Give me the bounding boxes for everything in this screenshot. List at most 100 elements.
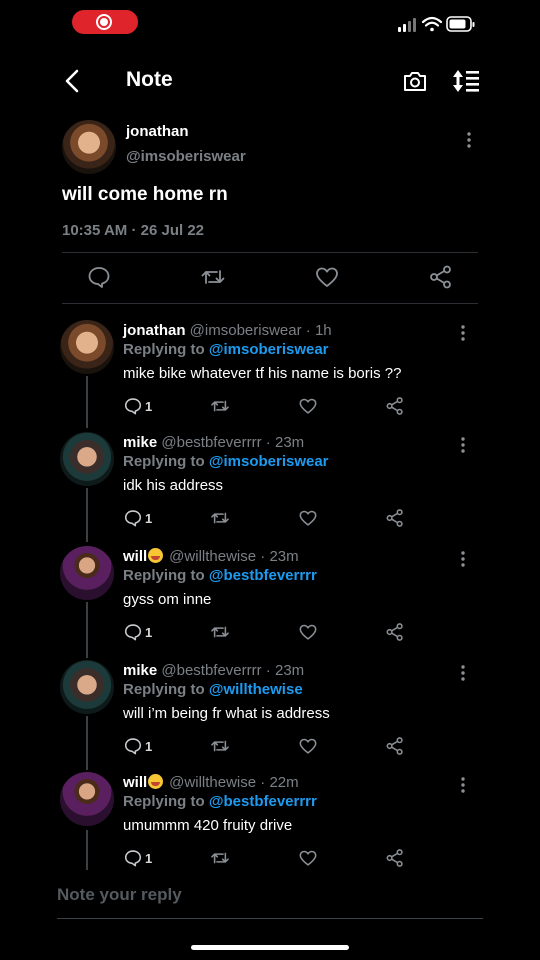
repost-button[interactable] — [210, 622, 230, 644]
avatar[interactable] — [60, 432, 114, 486]
avatar[interactable] — [60, 546, 114, 600]
share-button[interactable] — [385, 396, 405, 418]
repost-icon — [211, 512, 229, 524]
reply-text: umummm 420 fruity drive — [123, 817, 293, 834]
like-button[interactable] — [298, 736, 318, 758]
author-handle[interactable]: @imsoberiswear — [126, 148, 246, 165]
reply-button[interactable]: 1 — [123, 396, 163, 418]
replying-to-mention[interactable]: @bestbfeverrrr — [209, 567, 317, 584]
reply-item[interactable]: will @willthewise · 22m Replying to @best… — [48, 772, 492, 884]
reply-text: mike bike whatever tf his name is boris … — [123, 365, 402, 382]
avatar[interactable] — [60, 772, 114, 826]
battery-icon — [446, 16, 475, 32]
like-button[interactable] — [314, 264, 340, 290]
header: Note — [48, 50, 492, 112]
back-button[interactable] — [60, 66, 88, 96]
more-vertical-icon — [461, 665, 465, 681]
reply-icon — [88, 267, 110, 288]
reply-handle[interactable]: @imsoberiswear — [190, 322, 302, 339]
reply-button[interactable] — [86, 264, 112, 290]
share-button[interactable] — [385, 736, 405, 758]
reply-author-name[interactable]: will — [123, 548, 147, 565]
author-name[interactable]: jonathan — [126, 123, 189, 140]
repost-button[interactable] — [210, 396, 230, 418]
like-button[interactable] — [298, 848, 318, 870]
like-icon — [299, 738, 317, 754]
share-icon — [386, 509, 403, 527]
repost-button[interactable] — [210, 508, 230, 530]
camera-icon — [404, 72, 426, 91]
replying-to-mention[interactable]: @bestbfeverrrr — [209, 793, 317, 810]
reply-icon — [124, 510, 142, 527]
reply-author-name[interactable]: mike — [123, 434, 157, 451]
like-button[interactable] — [298, 622, 318, 644]
avatar[interactable] — [60, 660, 114, 714]
screen-record-icon[interactable] — [72, 10, 138, 34]
home-indicator[interactable] — [191, 945, 349, 950]
reply-count: 1 — [145, 399, 153, 414]
replying-to-mention[interactable]: @willthewise — [209, 681, 303, 698]
reply-time: 23m — [274, 662, 305, 679]
sort-button[interactable] — [452, 68, 480, 94]
more-options-button[interactable] — [456, 776, 470, 794]
more-options-button[interactable] — [462, 130, 476, 150]
more-options-button[interactable] — [456, 664, 470, 682]
reply-item[interactable]: will @willthewise · 23m Replying to @best… — [48, 546, 492, 658]
reply-button[interactable]: 1 — [123, 508, 163, 530]
repost-button[interactable] — [210, 848, 230, 870]
like-icon — [299, 398, 317, 414]
reply-handle[interactable]: @bestbfeverrrr — [161, 662, 261, 679]
reply-button[interactable]: 1 — [123, 736, 163, 758]
avatar[interactable] — [60, 320, 114, 374]
note-thread-screen: Note jonathan @imsoberiswear will come h… — [48, 50, 492, 920]
share-button[interactable] — [385, 508, 405, 530]
reply-button[interactable]: 1 — [123, 622, 163, 644]
repost-button[interactable] — [210, 736, 230, 758]
repost-icon — [211, 852, 229, 864]
more-options-button[interactable] — [456, 550, 470, 568]
post-text: will come home rn — [62, 184, 228, 205]
back-arrow-icon — [65, 69, 79, 93]
more-vertical-icon — [461, 777, 465, 793]
like-button[interactable] — [298, 396, 318, 418]
reply-handle[interactable]: @willthewise — [169, 548, 256, 565]
reply-actions: 1 — [48, 508, 492, 532]
more-vertical-icon — [461, 325, 465, 341]
reply-icon — [124, 738, 142, 755]
reply-actions: 1 — [48, 736, 492, 760]
replying-to-mention[interactable]: @imsoberiswear — [209, 453, 329, 470]
reply-input[interactable] — [57, 880, 457, 910]
share-button[interactable] — [428, 264, 454, 290]
share-icon — [386, 397, 403, 415]
avatar[interactable] — [62, 120, 116, 174]
reply-item[interactable]: mike @bestbfeverrrr · 23m Replying to @w… — [48, 660, 492, 772]
reply-text: gyss om inne — [123, 591, 212, 608]
repost-button[interactable] — [200, 264, 226, 290]
divider — [62, 303, 478, 304]
reply-handle[interactable]: @willthewise — [169, 774, 256, 791]
repost-icon — [211, 400, 229, 412]
reply-count: 1 — [145, 625, 153, 640]
share-button[interactable] — [385, 622, 405, 644]
reply-item[interactable]: jonathan @imsoberiswear · 1h Replying to… — [48, 320, 492, 432]
status-bar — [0, 0, 540, 48]
reply-handle[interactable]: @bestbfeverrrr — [161, 434, 261, 451]
share-button[interactable] — [385, 848, 405, 870]
like-icon — [299, 510, 317, 526]
reply-icon — [124, 398, 142, 415]
reply-author-name[interactable]: will — [123, 774, 147, 791]
page-title: Note — [126, 68, 173, 91]
reply-author-name[interactable]: jonathan — [123, 322, 186, 339]
reply-composer — [48, 870, 492, 920]
reply-button[interactable]: 1 — [123, 848, 163, 870]
reply-icon — [124, 850, 142, 867]
camera-button[interactable] — [402, 68, 428, 94]
reply-author-name[interactable]: mike — [123, 662, 157, 679]
replying-to-mention[interactable]: @imsoberiswear — [209, 341, 329, 358]
reply-item[interactable]: mike @bestbfeverrrr · 23m Replying to @i… — [48, 432, 492, 544]
more-options-button[interactable] — [456, 436, 470, 454]
divider — [57, 918, 483, 919]
like-icon — [299, 624, 317, 640]
more-options-button[interactable] — [456, 324, 470, 342]
like-button[interactable] — [298, 508, 318, 530]
